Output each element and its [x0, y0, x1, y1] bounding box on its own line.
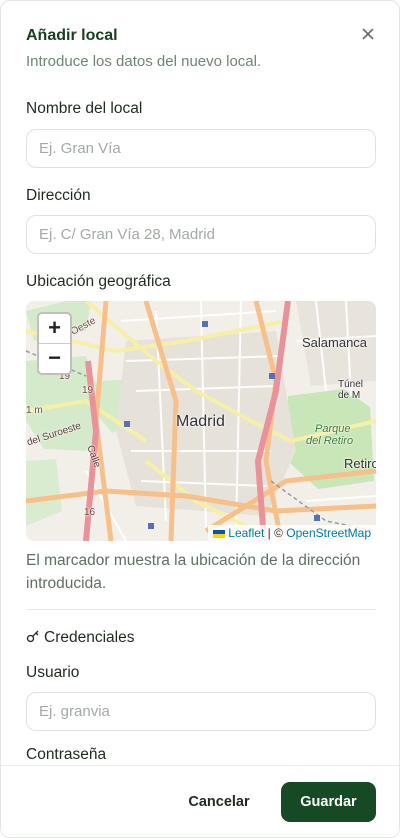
address-label: Dirección — [26, 187, 91, 204]
credentials-title: Credenciales — [44, 629, 135, 646]
name-input[interactable] — [26, 129, 376, 168]
dialog-footer: Cancelar Guardar — [1, 765, 399, 837]
attribution-separator: | © — [267, 526, 283, 540]
map-label-del-retiro: del Retiro — [306, 435, 354, 447]
map-label-road-19b: 19 — [82, 385, 94, 396]
map-label-1m: 1 m — [26, 405, 43, 416]
key-icon — [26, 630, 39, 643]
map-label-road-16: 16 — [84, 507, 96, 518]
save-button[interactable]: Guardar — [281, 782, 376, 822]
cancel-button[interactable]: Cancelar — [175, 782, 263, 822]
dialog-body[interactable]: Añadir local Introduce los datos del nue… — [1, 1, 399, 765]
map-attribution: Leaflet | © OpenStreetMap — [208, 525, 376, 541]
dialog-subtitle: Introduce los datos del nuevo local. — [26, 53, 262, 70]
user-label: Usuario — [26, 664, 80, 681]
zoom-in-button[interactable]: + — [39, 314, 70, 343]
map-helper-text: El marcador muestra la ubicación de la d… — [26, 552, 361, 592]
map-label-tunel: Túnel de M — [338, 379, 364, 401]
user-input[interactable] — [26, 692, 376, 731]
address-input[interactable] — [26, 215, 376, 254]
osm-link[interactable]: OpenStreetMap — [286, 526, 371, 540]
add-venue-dialog: Añadir local Introduce los datos del nue… — [0, 0, 400, 838]
credentials-heading: Credenciales — [26, 629, 134, 647]
zoom-out-button[interactable]: − — [39, 343, 70, 373]
location-map[interactable]: Madrid Salamanca Retiro Parque del Retir… — [26, 301, 376, 541]
map-label-retiro: Retiro — [344, 456, 376, 471]
map-label-salamanca: Salamanca — [302, 335, 368, 350]
location-label: Ubicación geográfica — [26, 273, 171, 290]
map-label-parque: Parque — [315, 423, 351, 435]
section-divider — [26, 609, 376, 610]
close-icon[interactable] — [359, 25, 377, 43]
password-label: Contraseña — [26, 746, 107, 763]
ukraine-flag-icon — [213, 529, 226, 538]
dialog-title: Añadir local — [26, 27, 118, 44]
map-zoom-control: + − — [37, 312, 72, 375]
leaflet-link[interactable]: Leaflet — [228, 526, 264, 540]
name-label: Nombre del local — [26, 100, 143, 117]
map-label-madrid: Madrid — [176, 413, 225, 430]
